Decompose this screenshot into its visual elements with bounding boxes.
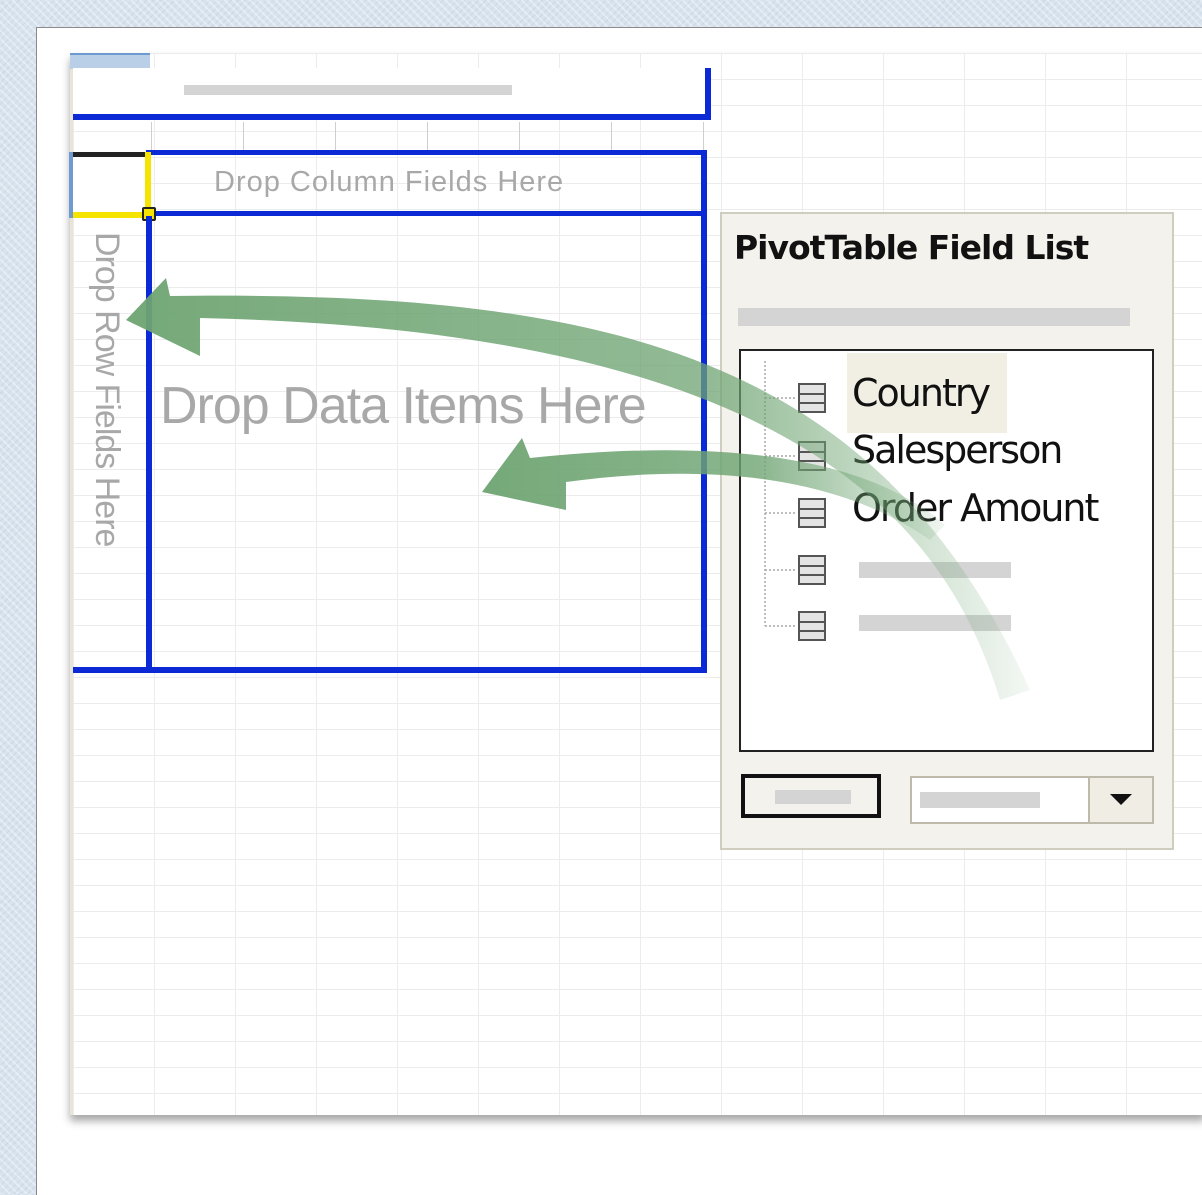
drag-arrow-icon bbox=[126, 278, 1030, 700]
